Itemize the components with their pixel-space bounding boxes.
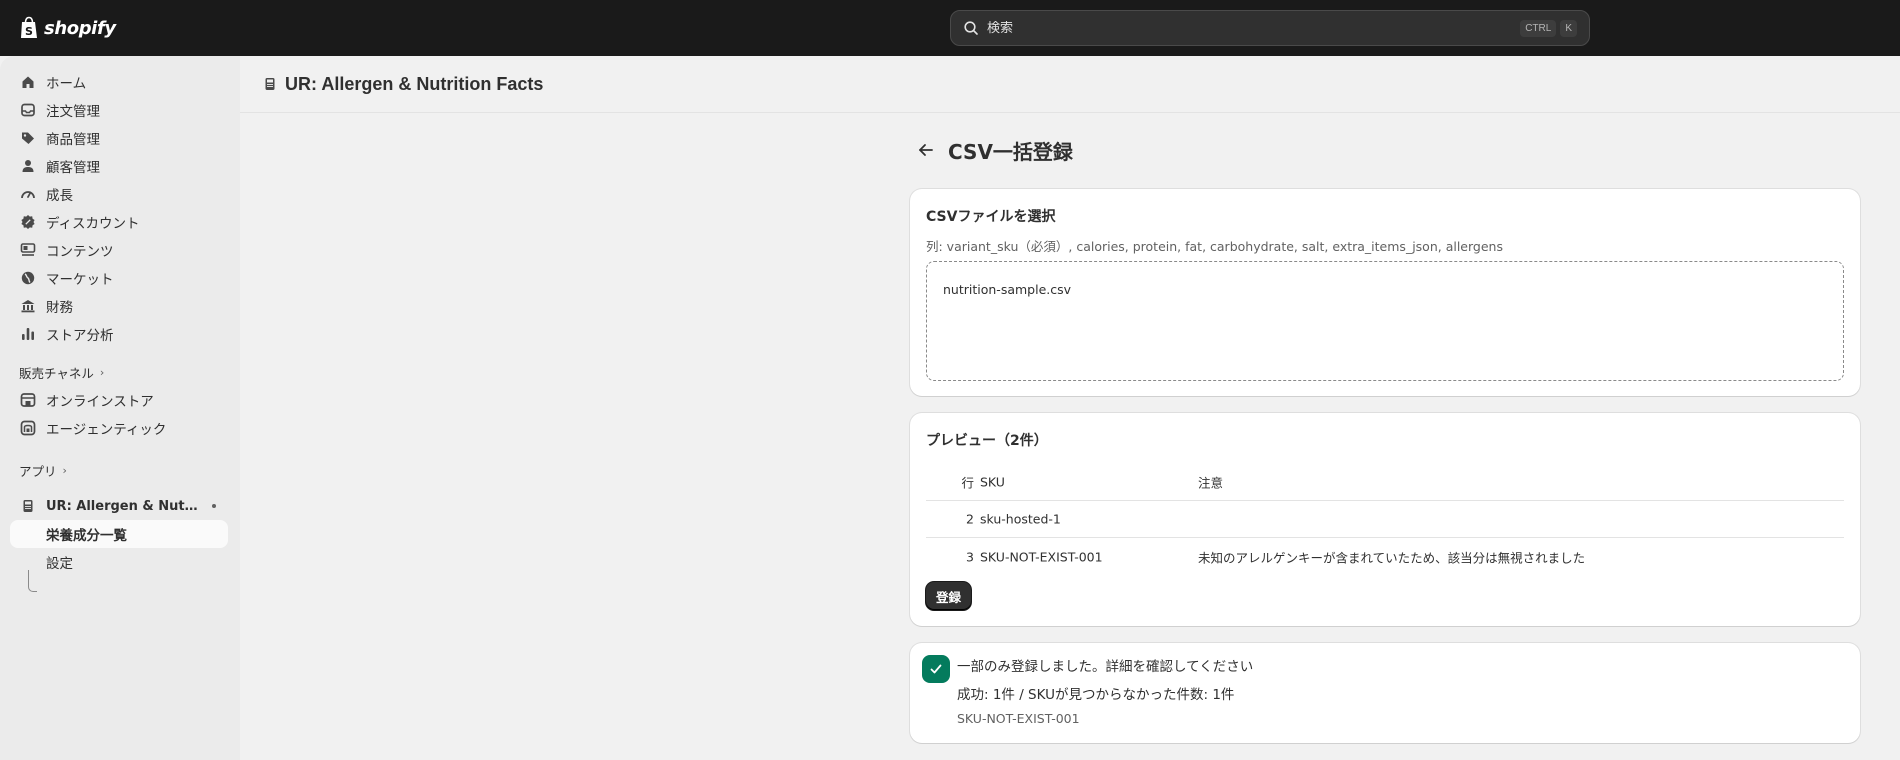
person-icon xyxy=(20,158,36,174)
row-number: 2 xyxy=(966,511,974,527)
sidebar-item-label: ホーム xyxy=(46,76,87,92)
store-icon xyxy=(20,392,36,408)
app-header: UR: Allergen & Nutrition Facts xyxy=(240,56,1900,113)
sidebar-item-growth[interactable]: 成長 xyxy=(10,180,228,208)
preview-heading: プレビュー（2件） xyxy=(926,433,1048,449)
sidebar-item-label: ストア分析 xyxy=(46,328,114,344)
sidebar-item-markets[interactable]: マーケット xyxy=(10,264,228,292)
sidebar-item-content[interactable]: コンテンツ xyxy=(10,236,228,264)
sidebar-item-label: ディスカウント xyxy=(46,216,140,232)
sidebar-item-label: 商品管理 xyxy=(46,132,100,148)
shortcut-ctrl: CTRL xyxy=(1520,19,1557,37)
sidebar-item-label: 設定 xyxy=(46,556,73,572)
result-banner: 一部のみ登録しました。詳細を確認してください 成功: 1件 / SKUが見つから… xyxy=(910,643,1860,743)
chevron-right-icon: › xyxy=(99,366,105,379)
agentic-icon xyxy=(20,420,36,436)
columns-hint: 列: variant_sku（必須）, calories, protein, f… xyxy=(926,239,1503,254)
chevron-right-icon: › xyxy=(62,464,67,477)
section-label: 販売チャネル xyxy=(19,366,94,381)
back-arrow-icon[interactable] xyxy=(916,140,936,160)
global-search[interactable]: CTRL K xyxy=(950,10,1590,46)
sidebar: ホーム 注文管理 商品管理 顧客管理 成長 ディスカウント コンテンツ マーケッ… xyxy=(0,56,240,760)
column-header-note: 注意 xyxy=(1198,475,1224,490)
sidebar-item-label: UR: Allergen & Nutrition Facts xyxy=(46,498,198,514)
top-bar: S shopify CTRL K xyxy=(0,0,1900,56)
row-number: 3 xyxy=(966,549,974,564)
sidebar-item-orders[interactable]: 注文管理 xyxy=(10,96,228,124)
app-icon xyxy=(262,76,278,92)
inbox-icon xyxy=(20,102,36,118)
register-button[interactable]: 登録 xyxy=(926,582,972,610)
result-detail: 成功: 1件 / SKUが見つからなかった件数: 1件 xyxy=(957,687,1235,703)
column-header-row: 行 xyxy=(961,475,974,490)
app-icon xyxy=(20,498,36,514)
sidebar-subitem-nutrition-list[interactable]: 栄養成分一覧 xyxy=(10,520,228,548)
sidebar-item-app[interactable]: UR: Allergen & Nutrition Facts xyxy=(10,492,228,520)
content-icon xyxy=(20,242,36,258)
apps-header[interactable]: アプリ › xyxy=(19,461,67,480)
bar-chart-icon xyxy=(20,326,36,342)
sidebar-item-label: 財務 xyxy=(46,300,73,316)
sidebar-item-home[interactable]: ホーム xyxy=(10,68,228,96)
selected-file-name: nutrition-sample.csv xyxy=(943,282,1072,297)
sales-channels-header[interactable]: 販売チャネル › xyxy=(19,363,104,382)
sidebar-item-label: エージェンティック xyxy=(46,422,167,438)
sidebar-item-finance[interactable]: 財務 xyxy=(10,292,228,320)
page-title-row: CSV一括登録 xyxy=(916,136,1073,164)
sidebar-item-label: 成長 xyxy=(46,188,73,204)
csv-dropzone[interactable]: nutrition-sample.csv xyxy=(926,261,1844,381)
row-sku: sku-hosted-1 xyxy=(980,511,1061,527)
sidebar-item-label: コンテンツ xyxy=(46,244,114,260)
tag-icon xyxy=(20,130,36,146)
globe-icon xyxy=(20,270,36,286)
sidebar-item-customers[interactable]: 顧客管理 xyxy=(10,152,228,180)
sidebar-item-label: オンラインストア xyxy=(46,394,154,410)
search-input[interactable] xyxy=(987,20,1517,36)
app-title: UR: Allergen & Nutrition Facts xyxy=(285,73,544,94)
home-icon xyxy=(20,74,36,90)
search-icon xyxy=(964,21,978,35)
sidebar-subitem-settings[interactable]: 設定 xyxy=(10,548,228,576)
sidebar-item-label: 顧客管理 xyxy=(46,160,100,176)
gauge-icon xyxy=(20,186,36,202)
table-row: 2 sku-hosted-1 xyxy=(926,501,1844,538)
sidebar-item-products[interactable]: 商品管理 xyxy=(10,124,228,152)
section-label: アプリ xyxy=(19,464,57,479)
shortcut-k: K xyxy=(1560,19,1577,37)
discount-icon xyxy=(20,214,36,230)
sidebar-item-discounts[interactable]: ディスカウント xyxy=(10,208,228,236)
table-header: 行 SKU 注意 xyxy=(926,463,1844,501)
upload-card: CSVファイルを選択 列: variant_sku（必須）, calories,… xyxy=(910,189,1860,396)
shopify-bag-icon: S xyxy=(21,16,37,38)
row-note: 未知のアレルゲンキーが含まれていたため、該当分は無視されました xyxy=(1198,550,1586,565)
bank-icon xyxy=(20,298,36,314)
result-title: 一部のみ登録しました。詳細を確認してください xyxy=(957,659,1254,675)
sidebar-item-label: マーケット xyxy=(46,272,114,288)
upload-heading: CSVファイルを選択 xyxy=(926,209,1056,225)
preview-table: 行 SKU 注意 2 sku-hosted-1 3 SKU-NOT-EXIST-… xyxy=(926,463,1844,575)
sidebar-item-analytics[interactable]: ストア分析 xyxy=(10,320,228,348)
shopify-logo[interactable]: S shopify xyxy=(19,14,116,42)
sidebar-item-agentic[interactable]: エージェンティック xyxy=(10,414,228,442)
table-row: 3 SKU-NOT-EXIST-001 未知のアレルゲンキーが含まれていたため、… xyxy=(926,538,1844,575)
sidebar-item-online-store[interactable]: オンラインストア xyxy=(10,386,228,414)
app-pin-indicator xyxy=(212,504,216,508)
logo-text: shopify xyxy=(44,17,116,39)
checkmark-icon xyxy=(922,655,950,683)
svg-text:S: S xyxy=(25,25,33,38)
sidebar-item-label: 注文管理 xyxy=(46,104,100,120)
page-title: CSV一括登録 xyxy=(948,139,1073,164)
sidebar-item-label: 栄養成分一覧 xyxy=(46,528,127,544)
column-header-sku: SKU xyxy=(980,474,1005,489)
preview-card: プレビュー（2件） 行 SKU 注意 2 sku-hosted-1 3 SKU-… xyxy=(910,413,1860,626)
row-sku: SKU-NOT-EXIST-001 xyxy=(980,549,1103,564)
missing-sku: SKU-NOT-EXIST-001 xyxy=(957,711,1080,726)
